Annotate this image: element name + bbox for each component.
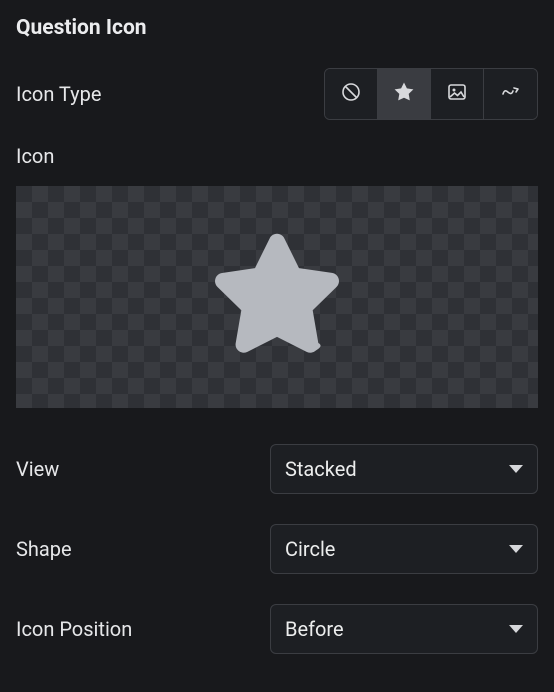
icon-type-row: Icon Type (16, 68, 538, 120)
view-label: View (16, 457, 59, 481)
preview-star-icon (202, 220, 352, 375)
ban-icon (339, 80, 363, 109)
icon-type-label: Icon Type (16, 82, 101, 106)
icon-preview-area[interactable] (16, 186, 538, 408)
icon-type-segmented (324, 68, 538, 120)
view-value: Stacked (285, 457, 357, 481)
image-icon (445, 80, 469, 109)
shape-label: Shape (16, 537, 72, 561)
shape-value: Circle (285, 537, 335, 561)
icon-position-value: Before (285, 617, 344, 641)
icon-type-image-button[interactable] (431, 69, 484, 119)
icon-section-label: Icon (16, 144, 538, 168)
icon-position-label: Icon Position (16, 617, 132, 641)
icon-position-row: Icon Position Before (16, 604, 538, 654)
lottie-icon (499, 80, 523, 109)
chevron-down-icon (509, 465, 523, 473)
shape-select[interactable]: Circle (270, 524, 538, 574)
chevron-down-icon (509, 545, 523, 553)
icon-type-icon-button[interactable] (378, 69, 431, 119)
view-row: View Stacked (16, 444, 538, 494)
chevron-down-icon (509, 625, 523, 633)
view-select[interactable]: Stacked (270, 444, 538, 494)
star-icon (392, 80, 416, 109)
shape-row: Shape Circle (16, 524, 538, 574)
panel-title: Question Icon (16, 16, 538, 40)
icon-position-select[interactable]: Before (270, 604, 538, 654)
icon-type-none-button[interactable] (325, 69, 378, 119)
icon-type-lottie-button[interactable] (484, 69, 537, 119)
